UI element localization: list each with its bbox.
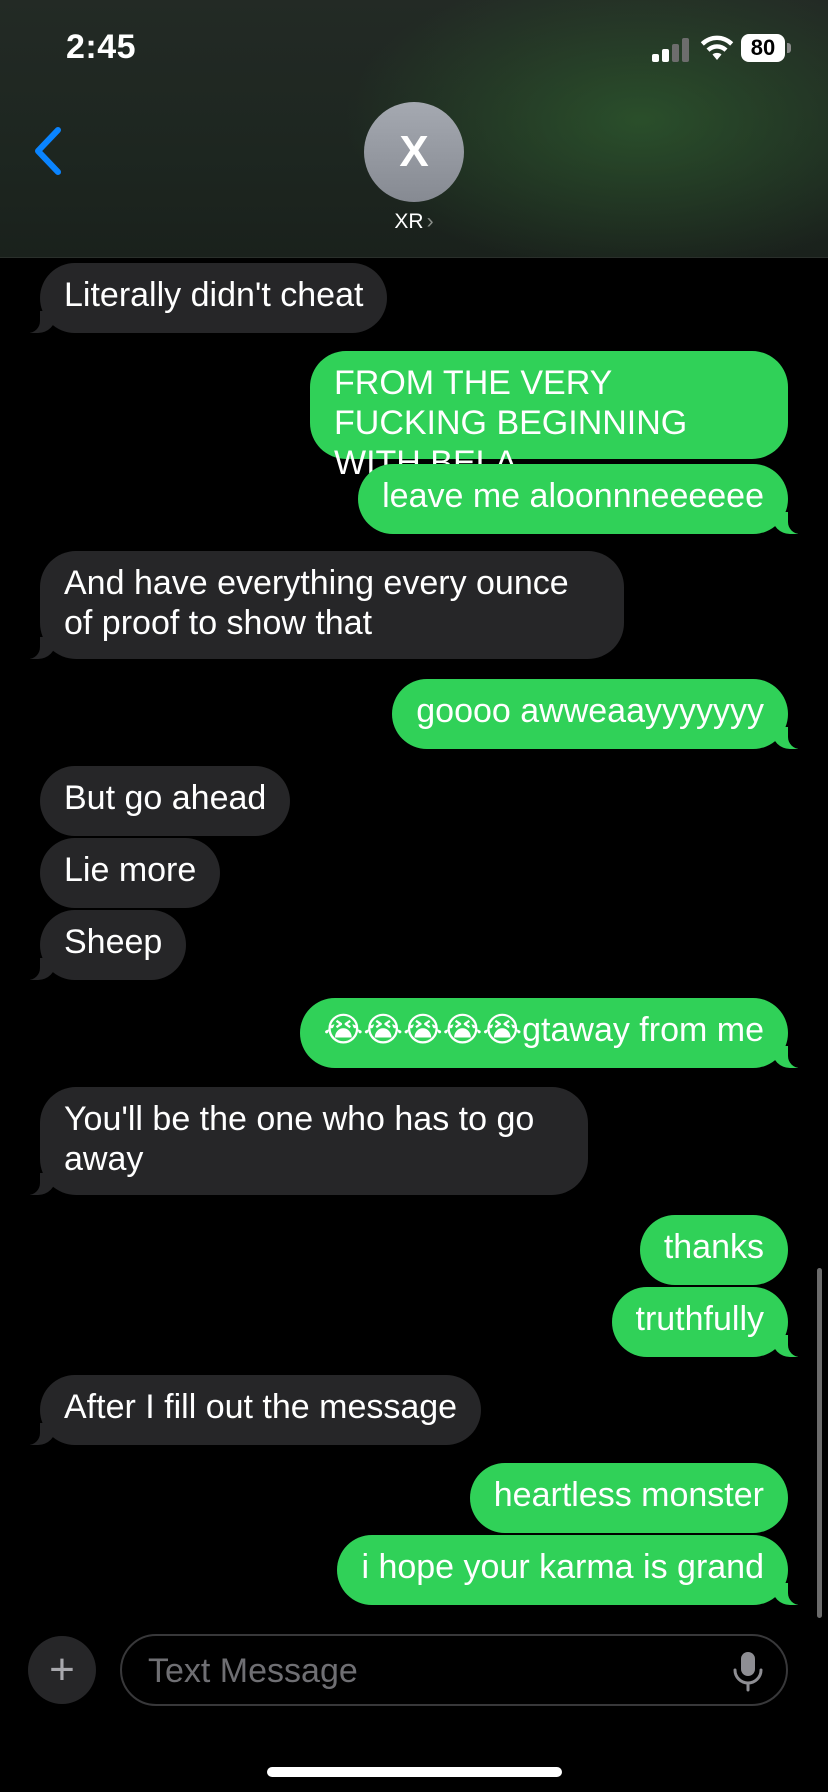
scroll-indicator[interactable] <box>817 1268 822 1618</box>
message-input[interactable] <box>146 1648 710 1694</box>
message-bubble-outgoing[interactable]: i hope your karma is grand <box>337 1535 812 1605</box>
message-bubble-incoming[interactable]: And have everything every ounce of proof… <box>16 551 624 659</box>
plus-icon: + <box>49 1645 75 1694</box>
message-bubble-outgoing[interactable]: FROM THE VERY FUCKING BEGINNING WITH BEL… <box>310 351 788 482</box>
home-indicator[interactable] <box>267 1767 562 1777</box>
microphone-icon[interactable] <box>730 1650 766 1694</box>
message-bubble-incoming[interactable]: Lie more <box>40 838 221 908</box>
message-bubble-outgoing[interactable]: truthfully <box>611 1287 812 1357</box>
message-bubble-incoming[interactable]: Sheep <box>15 910 187 980</box>
message-bubble-incoming[interactable]: Literally didn't cheat <box>15 263 388 333</box>
message-bubble-outgoing[interactable]: leave me aloonnneeeeee <box>358 464 812 534</box>
message-bubble-incoming[interactable]: After I fill out the message <box>15 1375 482 1445</box>
message-bubble-outgoing[interactable]: heartless monster <box>469 1463 788 1533</box>
plus-button[interactable]: + <box>28 1636 96 1704</box>
message-bubble-outgoing[interactable]: goooo awweaayyyyyyy <box>392 679 812 749</box>
message-input-container[interactable] <box>120 1634 788 1706</box>
message-bubble-outgoing[interactable]: 😭😭😭😭😭gtaway from me <box>299 998 812 1068</box>
message-bubble-outgoing[interactable]: thanks <box>639 1215 788 1285</box>
message-list: Literally didn't cheat FROM THE VERY FUC… <box>0 0 828 1792</box>
message-bubble-incoming[interactable]: You'll be the one who has to go away <box>16 1087 588 1195</box>
message-bubble-incoming[interactable]: But go ahead <box>40 766 291 836</box>
